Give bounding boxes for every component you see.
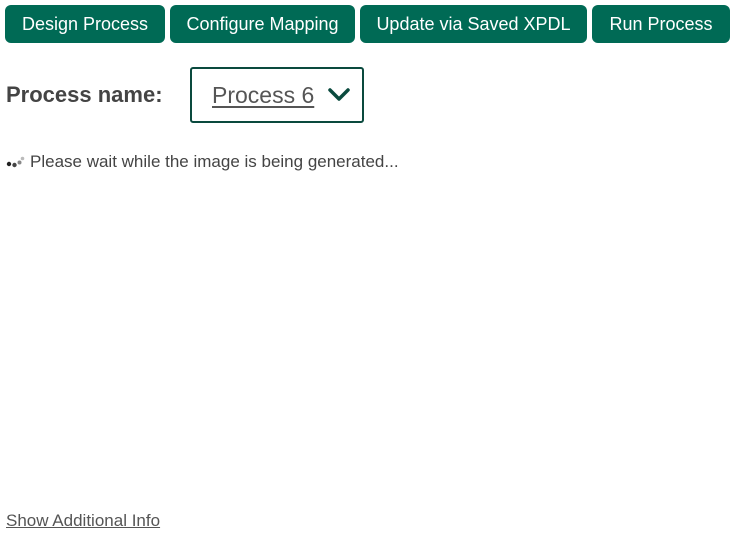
chevron-down-icon — [328, 84, 351, 106]
update-via-saved-xpdl-button[interactable]: Update via Saved XPDL — [360, 5, 587, 43]
show-additional-info-link[interactable]: Show Additional Info — [6, 511, 160, 531]
design-process-button[interactable]: Design Process — [5, 5, 165, 43]
loading-message: Please wait while the image is being gen… — [30, 152, 399, 171]
loading-spinner-icon — [6, 155, 26, 169]
loading-status: Please wait while the image is being gen… — [6, 152, 399, 172]
process-name-label: Process name: — [6, 82, 163, 107]
toolbar: Design Process Configure Mapping Update … — [5, 5, 730, 43]
process-name-row: Process name: Process 6 — [6, 67, 364, 123]
process-name-select[interactable]: Process 6 — [190, 67, 364, 123]
configure-mapping-button[interactable]: Configure Mapping — [170, 5, 355, 43]
process-select-value: Process 6 — [212, 81, 315, 108]
run-process-button[interactable]: Run Process — [592, 5, 730, 43]
page: Design Process Configure Mapping Update … — [0, 0, 734, 537]
